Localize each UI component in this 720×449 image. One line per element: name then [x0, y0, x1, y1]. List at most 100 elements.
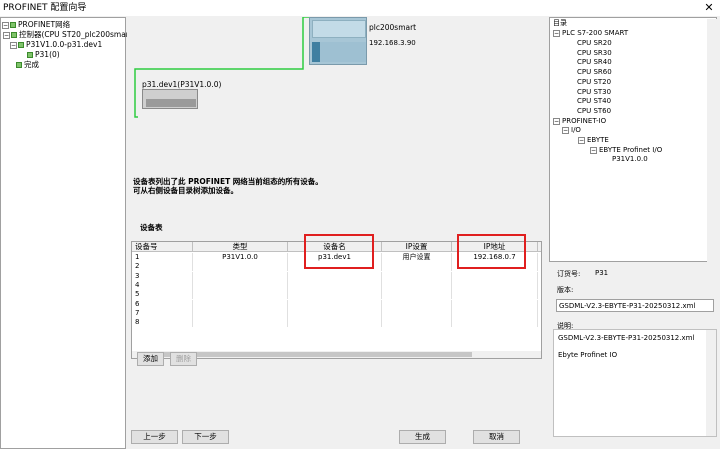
plc-ip-label: 192.168.3.90	[369, 39, 416, 47]
table-row[interactable]: 7	[132, 308, 541, 318]
catalog-item-model[interactable]: P31V1.0.0	[612, 155, 648, 164]
delete-button[interactable]: 删除	[170, 352, 197, 366]
catalog-item-profinet-io[interactable]: − PROFINET-IO	[553, 117, 606, 126]
table-cell	[382, 290, 452, 300]
table-cell	[382, 280, 452, 290]
description-line-1: GSDML-V2.3-EBYTE-P31-20250312.xml	[558, 334, 695, 342]
close-icon[interactable]: ✕	[702, 1, 716, 15]
table-cell	[452, 262, 538, 272]
column-header-device-no[interactable]: 设备号	[132, 242, 193, 252]
catalog-item-cpu[interactable]: CPU SR60	[577, 68, 612, 77]
collapse-icon[interactable]: −	[590, 146, 597, 154]
column-header-type[interactable]: 类型	[193, 242, 288, 252]
collapse-icon[interactable]: −	[578, 136, 585, 144]
catalog-item-product[interactable]: − EBYTE Profinet I/O	[590, 146, 662, 155]
table-row[interactable]: 6	[132, 299, 541, 309]
description-box[interactable]: GSDML-V2.3-EBYTE-P31-20250312.xml Ebyte …	[553, 329, 717, 437]
table-row[interactable]: 2	[132, 262, 541, 272]
device-label: p31.dev1(P31V1.0.0)	[142, 80, 222, 89]
prev-button[interactable]: 上一步	[131, 430, 178, 444]
catalog-item-cpu[interactable]: CPU SR20	[577, 39, 612, 48]
info-text: 设备表列出了此 PROFINET 网络当前组态的所有设备。 可从右侧设备目录树添…	[133, 177, 323, 195]
tree-item-profinet-network[interactable]: − PROFINET网络	[2, 20, 70, 29]
order-number-value: P31	[595, 269, 609, 277]
table-cell	[193, 290, 288, 300]
table-cell	[382, 299, 452, 309]
tree-item-controller[interactable]: − 控制器(CPU ST20_plc200smart)	[3, 30, 135, 39]
table-row[interactable]: 1 P31V1.0.0 p31.dev1 用户设置 192.168.0.7	[132, 253, 541, 262]
catalog-item-io[interactable]: − I/O	[562, 126, 581, 135]
table-cell: 192.168.0.7	[452, 253, 538, 262]
column-header-device-name[interactable]: 设备名	[288, 242, 382, 252]
collapse-icon[interactable]: −	[553, 29, 560, 37]
catalog-item-vendor[interactable]: − EBYTE	[578, 136, 609, 145]
p31-device-icon[interactable]	[142, 89, 198, 109]
table-row[interactable]: 8	[132, 318, 541, 328]
center-panel: plc200smart 192.168.3.90 p31.dev1(P31V1.…	[127, 17, 548, 449]
collapse-icon[interactable]: −	[562, 126, 569, 134]
table-cell	[193, 280, 288, 290]
description-line-2: Ebyte Profinet IO	[558, 351, 618, 359]
plc-device-icon[interactable]	[309, 17, 367, 65]
catalog-item-cpu[interactable]: CPU ST30	[577, 88, 611, 97]
description-vertical-scrollbar[interactable]	[706, 330, 716, 436]
table-cell	[452, 318, 538, 328]
collapse-icon[interactable]: −	[3, 31, 10, 39]
catalog-item-cpu[interactable]: CPU ST40	[577, 97, 611, 106]
version-label: 版本:	[557, 286, 574, 294]
order-number-label: 订货号:	[557, 270, 581, 278]
info-line-1: 设备表列出了此 PROFINET 网络当前组态的所有设备。	[133, 177, 323, 186]
table-cell: 1	[132, 253, 193, 262]
table-cell	[288, 299, 382, 309]
profinet-config-wizard-window: PROFINET 配置向导 ✕ − PROFINET网络 − 控制器(CPU ST2…	[0, 0, 720, 449]
table-cell: 2	[132, 262, 193, 272]
device-catalog-tree: 目录 − PLC S7-200 SMART CPU SR20 CPU SR30 CPU…	[549, 17, 717, 262]
tree-item-done[interactable]: 完成	[16, 60, 39, 69]
table-cell	[193, 262, 288, 272]
table-cell	[382, 318, 452, 328]
next-button[interactable]: 下一步	[182, 430, 229, 444]
table-cell	[193, 271, 288, 281]
table-cell	[382, 308, 452, 318]
generate-button[interactable]: 生成	[399, 430, 446, 444]
collapse-icon[interactable]: −	[2, 21, 9, 29]
catalog-item-cpu[interactable]: CPU SR30	[577, 49, 612, 58]
catalog-vertical-scrollbar[interactable]	[707, 19, 717, 262]
collapse-icon[interactable]: −	[553, 117, 560, 125]
table-cell	[382, 262, 452, 272]
table-cell: 用户设置	[382, 253, 452, 262]
window-title: PROFINET 配置向导	[3, 3, 87, 13]
catalog-item-plc-family[interactable]: − PLC S7-200 SMART	[553, 29, 628, 38]
plc-name-label: plc200smart	[369, 23, 417, 32]
table-cell: 5	[132, 290, 193, 300]
table-cell	[193, 318, 288, 328]
column-header-ip-setting[interactable]: IP设置	[382, 242, 452, 252]
table-cell	[382, 271, 452, 281]
table-cell: 3	[132, 271, 193, 281]
table-cell	[193, 299, 288, 309]
catalog-item-cpu[interactable]: CPU ST20	[577, 78, 611, 87]
table-cell	[288, 280, 382, 290]
table-cell	[288, 262, 382, 272]
tree-item-device[interactable]: − P31V1.0.0-p31.dev1	[10, 40, 102, 49]
done-icon	[16, 62, 22, 68]
network-topology-view: plc200smart 192.168.3.90 p31.dev1(P31V1.…	[127, 17, 548, 162]
catalog-panel: 目录 − PLC S7-200 SMART CPU SR20 CPU SR30 CPU…	[549, 17, 720, 449]
add-button[interactable]: 添加	[137, 352, 164, 366]
catalog-item-cpu[interactable]: CPU ST60	[577, 107, 611, 116]
column-header-ip-address[interactable]: IP地址	[452, 242, 538, 252]
catalog-item-cpu[interactable]: CPU SR40	[577, 58, 612, 67]
table-cell	[288, 271, 382, 281]
wizard-nav-tree: − PROFINET网络 − 控制器(CPU ST20_plc200smart) −…	[0, 17, 135, 449]
collapse-icon[interactable]: −	[10, 41, 17, 49]
table-row[interactable]: 4	[132, 280, 541, 290]
table-row[interactable]: 5	[132, 290, 541, 300]
version-field[interactable]: GSDML-V2.3-EBYTE-P31-20250312.xml	[556, 299, 714, 312]
cancel-button[interactable]: 取消	[473, 430, 520, 444]
table-cell: 4	[132, 280, 193, 290]
device-icon	[18, 42, 24, 48]
info-line-2: 可从右侧设备目录树添加设备。	[133, 186, 238, 195]
table-row[interactable]: 3	[132, 271, 541, 281]
table-cell	[288, 290, 382, 300]
tree-item-module[interactable]: P31(0)	[27, 50, 60, 59]
